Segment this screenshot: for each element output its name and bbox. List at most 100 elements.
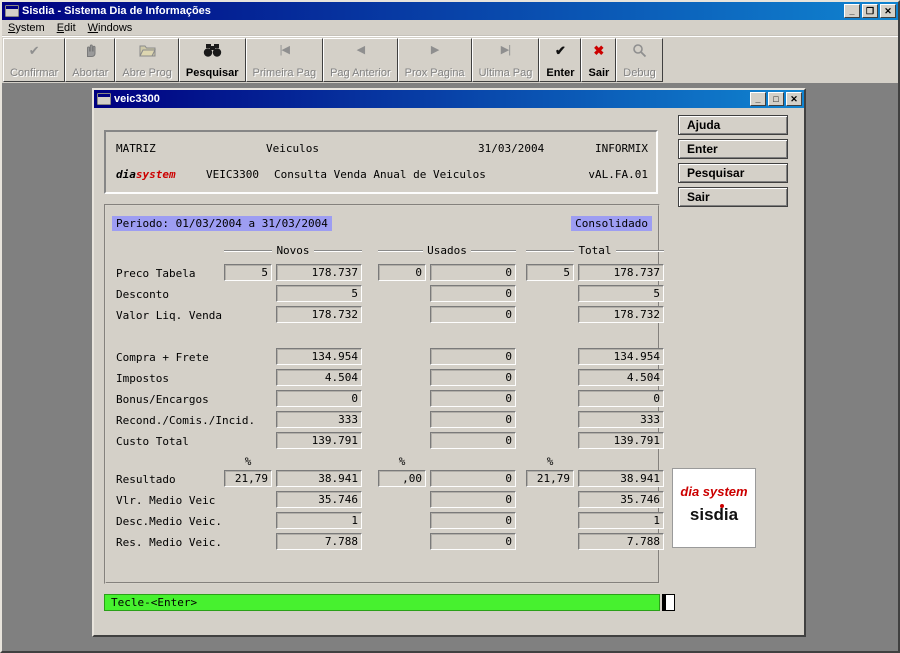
value-field-total[interactable]: 35.746 <box>578 491 664 508</box>
restore-button[interactable]: ❐ <box>862 4 878 18</box>
brand-dia: dia <box>116 168 136 181</box>
value-field-total[interactable]: 38.941 <box>578 470 664 487</box>
value-field-usados[interactable]: 0 <box>430 432 516 449</box>
form-row-desc-medio-veic: Desc.Medio Veic. 1 0 1 <box>106 512 664 533</box>
row-label: Res. Medio Veic. <box>116 536 222 549</box>
side-button-panel: Ajuda Enter Pesquisar Sair <box>678 115 788 211</box>
side-button-enter[interactable]: Enter <box>678 139 788 159</box>
group-label: Total <box>578 244 612 257</box>
row-label: Recond./Comis./Incid. <box>116 414 256 427</box>
value-field-novos[interactable]: 5 <box>276 285 362 302</box>
value-field-novos[interactable]: 7.788 <box>276 533 362 550</box>
toolbar-button-enter[interactable]: ✔ Enter <box>539 38 582 82</box>
row-label: Vlr. Medio Veic <box>116 494 216 507</box>
qty-field-usados[interactable]: 0 <box>378 264 426 281</box>
toolbar-button-debug: Debug <box>616 38 663 82</box>
branch-label: MATRIZ <box>116 142 156 155</box>
app-title: Sisdia - Sistema Dia de Informações <box>22 5 211 17</box>
toolbar-button-ultima-pag: ▶| Ultima Pag <box>471 38 540 82</box>
side-button-ajuda[interactable]: Ajuda <box>678 115 788 135</box>
value-field-usados[interactable]: 0 <box>430 369 516 386</box>
value-field-total[interactable]: 178.732 <box>578 306 664 323</box>
toolbar-button-abortar: Abortar <box>65 38 116 82</box>
menu-item-windows[interactable]: Windows <box>82 22 139 34</box>
value-field-total[interactable]: 7.788 <box>578 533 664 550</box>
toolbar-button-label: Abortar <box>72 67 109 79</box>
value-field-usados[interactable]: 0 <box>430 533 516 550</box>
value-field-total[interactable]: 178.737 <box>578 264 664 281</box>
row-label: Desconto <box>116 288 169 301</box>
value-field-novos[interactable]: 333 <box>276 411 362 428</box>
qty-field-novos[interactable]: 5 <box>224 264 272 281</box>
menu-item-edit[interactable]: Edit <box>51 22 82 34</box>
value-field-total[interactable]: 0 <box>578 390 664 407</box>
check-bold-icon: ✔ <box>554 42 566 58</box>
row-label: Custo Total <box>116 435 189 448</box>
menu-item-system[interactable]: System <box>2 22 51 34</box>
form-row-bonus-encargos: Bonus/Encargos 0 0 0 <box>106 390 664 411</box>
value-field-usados[interactable]: 0 <box>430 285 516 302</box>
toolbar-button-pag-anterior: ◀ Pag Anterior <box>323 38 398 82</box>
form-row-resultado: Resultado 21,79 38.941,00 0 21,79 38.941 <box>106 470 664 491</box>
date-label: 31/03/2004 <box>478 142 545 155</box>
value-field-usados[interactable]: 0 <box>430 390 516 407</box>
side-button-pesquisar[interactable]: Pesquisar <box>678 163 788 183</box>
value-field-usados[interactable]: 0 <box>430 264 516 281</box>
hand-icon <box>83 42 98 58</box>
value-field-novos[interactable]: 134.954 <box>276 348 362 365</box>
value-field-novos[interactable]: 139.791 <box>276 432 362 449</box>
row-label: Bonus/Encargos <box>116 393 209 406</box>
value-field-novos[interactable]: 35.746 <box>276 491 362 508</box>
form-row-vlr-medio-veic: Vlr. Medio Veic 35.746 0 35.746 <box>106 491 664 512</box>
last-page-icon: ▶| <box>500 43 511 56</box>
toolbar-button-prox-pagina: ▶ Prox Pagina <box>397 38 472 82</box>
input-cursor[interactable] <box>662 594 675 611</box>
menubar: System Edit Windows <box>2 20 898 36</box>
footer-message-bar: Tecle-<Enter> <box>104 594 660 611</box>
value-field-usados[interactable]: 0 <box>430 411 516 428</box>
toolbar-button-label: Debug <box>623 67 656 79</box>
value-field-novos[interactable]: 38.941 <box>276 470 362 487</box>
value-field-total[interactable]: 1 <box>578 512 664 529</box>
value-field-usados[interactable]: 0 <box>430 348 516 365</box>
qty-field-novos[interactable]: 21,79 <box>224 470 272 487</box>
percent-symbol: % <box>244 455 252 468</box>
prev-page-icon: ◀ <box>356 43 366 56</box>
value-field-usados[interactable]: 0 <box>430 512 516 529</box>
form-row-impostos: Impostos 4.504 0 4.504 <box>106 369 664 390</box>
value-field-total[interactable]: 139.791 <box>578 432 664 449</box>
toolbar-button-abre-prog: Abre Prog <box>115 38 179 82</box>
close-button[interactable]: ✕ <box>880 4 896 18</box>
toolbar-button-label: Pesquisar <box>185 67 239 79</box>
period-label: Periodo: 01/03/2004 a 31/03/2004 <box>112 216 332 231</box>
value-field-novos[interactable]: 1 <box>276 512 362 529</box>
value-field-usados[interactable]: 0 <box>430 491 516 508</box>
child-maximize-button[interactable]: □ <box>768 92 784 106</box>
child-minimize-button[interactable]: _ <box>750 92 766 106</box>
value-field-total[interactable]: 5 <box>578 285 664 302</box>
minimize-button[interactable]: _ <box>844 4 860 18</box>
toolbar-button-pesquisar[interactable]: Pesquisar <box>178 38 246 82</box>
program-description: Consulta Venda Anual de Veiculos <box>274 168 486 181</box>
value-field-novos[interactable]: 4.504 <box>276 369 362 386</box>
value-field-usados[interactable]: 0 <box>430 470 516 487</box>
qty-field-total[interactable]: 21,79 <box>526 470 574 487</box>
child-close-button[interactable]: ✕ <box>786 92 802 106</box>
toolbar-button-label: Pag Anterior <box>330 67 391 79</box>
qty-field-usados[interactable]: ,00 <box>378 470 426 487</box>
row-label: Valor Liq. Venda <box>116 309 222 322</box>
value-field-total[interactable]: 134.954 <box>578 348 664 365</box>
value-field-novos[interactable]: 178.737 <box>276 264 362 281</box>
app-window: Sisdia - Sistema Dia de Informações _ ❐ … <box>0 0 900 653</box>
group-header-total: Total <box>526 244 664 257</box>
value-field-total[interactable]: 333 <box>578 411 664 428</box>
side-button-sair[interactable]: Sair <box>678 187 788 207</box>
value-field-total[interactable]: 4.504 <box>578 369 664 386</box>
value-field-usados[interactable]: 0 <box>430 306 516 323</box>
header-box: MATRIZ Veiculos 31/03/2004 INFORMIX dias… <box>104 130 658 194</box>
toolbar-button-sair[interactable]: ✖ Sair <box>581 38 617 82</box>
check-icon: ✔ <box>28 42 40 58</box>
value-field-novos[interactable]: 0 <box>276 390 362 407</box>
qty-field-total[interactable]: 5 <box>526 264 574 281</box>
value-field-novos[interactable]: 178.732 <box>276 306 362 323</box>
